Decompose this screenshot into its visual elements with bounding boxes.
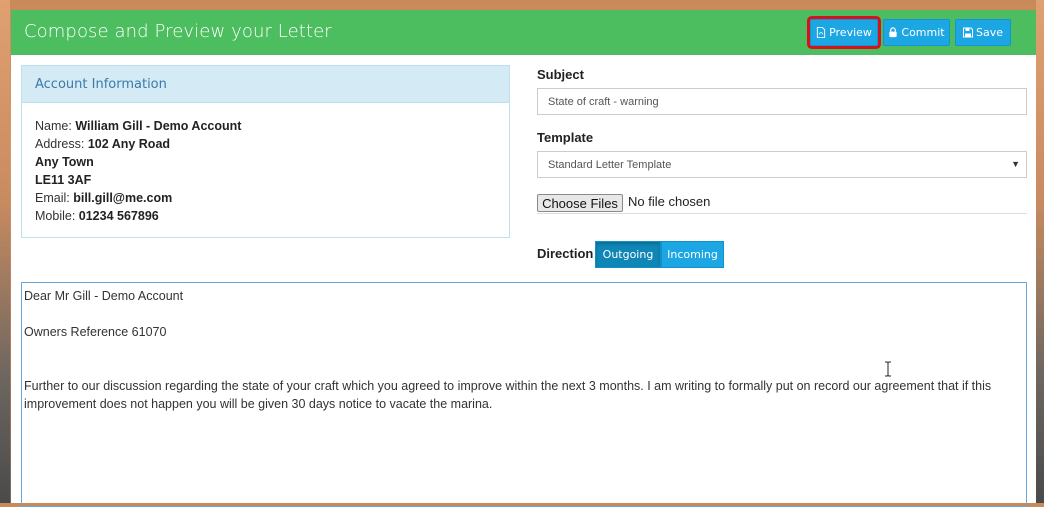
letter-compose-panel: Compose and Preview your Letter Preview … (11, 10, 1036, 507)
letter-reference: Owners Reference 61070 (24, 325, 167, 339)
commit-button[interactable]: Commit (883, 19, 950, 46)
choose-files-button[interactable]: Choose Files (537, 194, 623, 212)
letter-body-line-2: improvement does not happen you will be … (24, 397, 493, 411)
account-card-heading: Account Information (22, 66, 509, 103)
subject-label: Subject (537, 67, 584, 82)
address-label: Address: (35, 137, 85, 151)
text-cursor-icon (885, 361, 891, 377)
preview-button-label: Preview (829, 26, 872, 39)
file-pdf-icon (816, 27, 826, 38)
account-name-line: Name: William Gill - Demo Account (35, 117, 509, 135)
commit-button-label: Commit (901, 26, 945, 39)
background-right (1036, 0, 1044, 503)
account-mobile-line: Mobile: 01234 567896 (35, 207, 509, 225)
floppy-disk-icon (962, 27, 973, 38)
direction-outgoing-toggle[interactable]: Outgoing (595, 241, 661, 268)
account-address-line: Address: 102 Any Road (35, 135, 509, 153)
page-title: Compose and Preview your Letter (24, 21, 332, 42)
mobile-value: 01234 567896 (78, 209, 159, 223)
template-label: Template (537, 130, 594, 145)
name-value: William Gill - Demo Account (75, 119, 242, 133)
mobile-label: Mobile: (35, 209, 76, 223)
account-email-line: Email: bill.gill@me.com (35, 189, 509, 207)
letter-body-line-1: Further to our discussion regarding the … (24, 379, 992, 393)
address-line-3-row: LE11 3AF (35, 171, 509, 189)
address-line-3: LE11 3AF (35, 173, 92, 187)
preview-button[interactable]: Preview (810, 19, 878, 46)
save-button[interactable]: Save (955, 19, 1011, 46)
letter-body-editor[interactable]: Dear Mr Gill - Demo Account Owners Refer… (21, 282, 1027, 507)
file-upload-row: Choose Files No file chosen (537, 193, 1027, 214)
name-label: Name: (35, 119, 72, 133)
address-line-2: Any Town (35, 155, 94, 169)
address-line-2-row: Any Town (35, 153, 509, 171)
lock-icon (889, 27, 898, 38)
email-value: bill.gill@me.com (73, 191, 173, 205)
save-button-label: Save (975, 26, 1003, 39)
panel-header: Compose and Preview your Letter Preview … (11, 10, 1036, 55)
email-label: Email: (35, 191, 70, 205)
account-details: Name: William Gill - Demo Account Addres… (22, 103, 509, 225)
template-selected-value: Standard Letter Template (548, 159, 672, 171)
direction-incoming-toggle[interactable]: Incoming (661, 241, 724, 268)
direction-label: Direction (537, 246, 594, 261)
background-left (0, 0, 10, 503)
subject-field[interactable]: State of craft - warning (537, 88, 1027, 115)
letter-salutation: Dear Mr Gill - Demo Account (24, 289, 184, 303)
account-information-card: Account Information Name: William Gill -… (21, 65, 510, 238)
file-status-text: No file chosen (628, 194, 711, 209)
caret-down-icon: ▼ (1011, 159, 1020, 169)
template-select[interactable]: Standard Letter Template ▼ (537, 151, 1027, 178)
address-line-1: 102 Any Road (87, 137, 171, 151)
